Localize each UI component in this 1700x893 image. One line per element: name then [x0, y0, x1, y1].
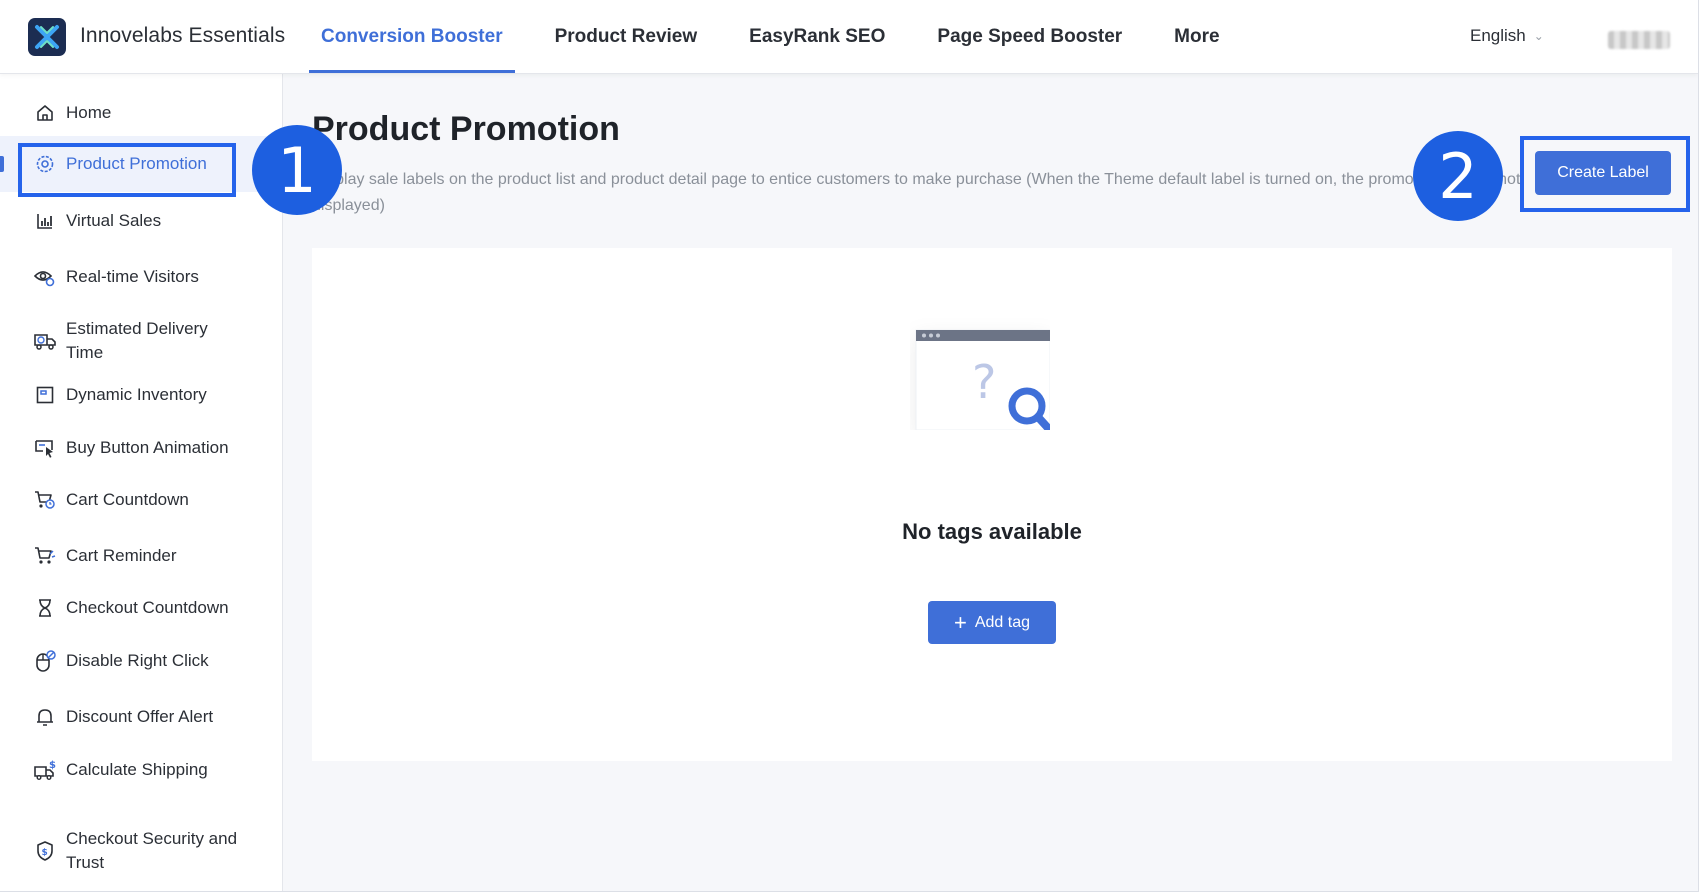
empty-state-title: No tags available	[902, 519, 1082, 544]
empty-search-illustration-icon: ?	[910, 318, 1052, 432]
sidebar-item-label: Disable Right Click	[66, 651, 209, 670]
chevron-down-icon: ⌄	[1533, 29, 1544, 43]
bar-chart-icon	[34, 210, 56, 232]
eye-icon	[34, 266, 56, 288]
cart-reminder-icon	[34, 545, 56, 567]
active-item-indicator	[0, 156, 4, 172]
sidebar-item-checkout-countdown[interactable]: Checkout Countdown	[34, 596, 274, 620]
sidebar-item-dynamic-inventory[interactable]: Dynamic Inventory	[34, 383, 274, 407]
sidebar-item-cart-countdown[interactable]: Cart Countdown	[34, 488, 274, 512]
sidebar-item-label: Checkout Security and Trust	[66, 829, 238, 872]
sidebar-item-home[interactable]: Home	[34, 101, 274, 125]
shipping-dollar-icon: $	[34, 759, 56, 781]
sidebar-item-cart-reminder[interactable]: Cart Reminder	[34, 544, 274, 568]
mouse-icon	[34, 650, 56, 672]
truck-icon	[34, 330, 56, 352]
step-badge-1: 1	[252, 125, 342, 215]
inventory-icon	[34, 384, 56, 406]
sidebar-item-calculate-shipping[interactable]: $ Calculate Shipping	[34, 758, 274, 782]
nav-conversion-booster[interactable]: Conversion Booster	[309, 0, 515, 73]
highlight-box-product-promotion	[18, 143, 236, 197]
sidebar-item-label: Dynamic Inventory	[66, 385, 207, 404]
cursor-click-icon	[34, 437, 56, 459]
brand-name[interactable]: Innovelabs Essentials	[80, 24, 285, 48]
top-header: Innovelabs Essentials Conversion Booster…	[0, 0, 1698, 74]
sidebar-item-label: Cart Countdown	[66, 490, 189, 509]
sidebar-item-label: Buy Button Animation	[66, 438, 229, 457]
cart-clock-icon	[34, 489, 56, 511]
step-badge-2: 2	[1413, 131, 1503, 221]
sidebar-item-buy-button-animation[interactable]: Buy Button Animation	[34, 436, 274, 460]
sidebar-item-virtual-sales[interactable]: Virtual Sales	[34, 209, 274, 233]
nav-product-review[interactable]: Product Review	[555, 0, 698, 73]
add-tag-label: Add tag	[974, 613, 1030, 631]
sidebar-item-real-time-visitors[interactable]: Real-time Visitors	[34, 265, 274, 289]
brand-logo-icon[interactable]	[28, 18, 66, 56]
sidebar-item-label: Cart Reminder	[66, 546, 177, 565]
sidebar-item-checkout-security[interactable]: $ Checkout Security and Trust	[34, 827, 274, 875]
highlight-box-create-label	[1520, 136, 1690, 212]
sidebar-item-discount-offer-alert[interactable]: Discount Offer Alert	[34, 705, 274, 729]
sidebar-item-label: Virtual Sales	[66, 211, 162, 230]
add-tag-button[interactable]: + Add tag	[928, 601, 1056, 644]
page-description: Display sale labels on the product list …	[312, 171, 1521, 214]
nav-easyrank-seo[interactable]: EasyRank SEO	[749, 0, 885, 73]
svg-text:$: $	[49, 760, 56, 771]
svg-text:?: ?	[972, 355, 996, 409]
user-avatar[interactable]	[1608, 31, 1670, 49]
shield-dollar-icon: $	[34, 840, 56, 862]
language-label: English	[1470, 26, 1526, 45]
home-icon	[34, 102, 56, 124]
svg-text:$: $	[42, 848, 48, 858]
hourglass-icon	[34, 597, 56, 619]
sidebar-item-label: Estimated Delivery Time	[66, 319, 208, 362]
page-title: Product Promotion	[312, 110, 620, 148]
sidebar-item-label: Discount Offer Alert	[66, 707, 214, 726]
plus-icon: +	[953, 609, 967, 635]
top-nav: Conversion Booster Product Review EasyRa…	[309, 0, 1272, 73]
empty-state-card: ? No tags available + Add tag	[312, 248, 1672, 761]
sidebar-item-label: Real-time Visitors	[66, 267, 199, 286]
sidebar-item-label: Home	[66, 103, 112, 122]
app-window: Innovelabs Essentials Conversion Booster…	[0, 0, 1699, 892]
sidebar-item-disable-right-click[interactable]: Disable Right Click	[34, 649, 274, 673]
sidebar-item-label: Calculate Shipping	[66, 760, 208, 779]
sidebar-item-label: Checkout Countdown	[66, 598, 229, 617]
bell-icon	[34, 706, 56, 728]
nav-more[interactable]: More	[1174, 0, 1219, 73]
nav-page-speed-booster[interactable]: Page Speed Booster	[937, 0, 1122, 73]
language-selector[interactable]: English ⌄	[1470, 26, 1544, 46]
sidebar-item-estimated-delivery-time[interactable]: Estimated Delivery Time	[34, 317, 274, 365]
